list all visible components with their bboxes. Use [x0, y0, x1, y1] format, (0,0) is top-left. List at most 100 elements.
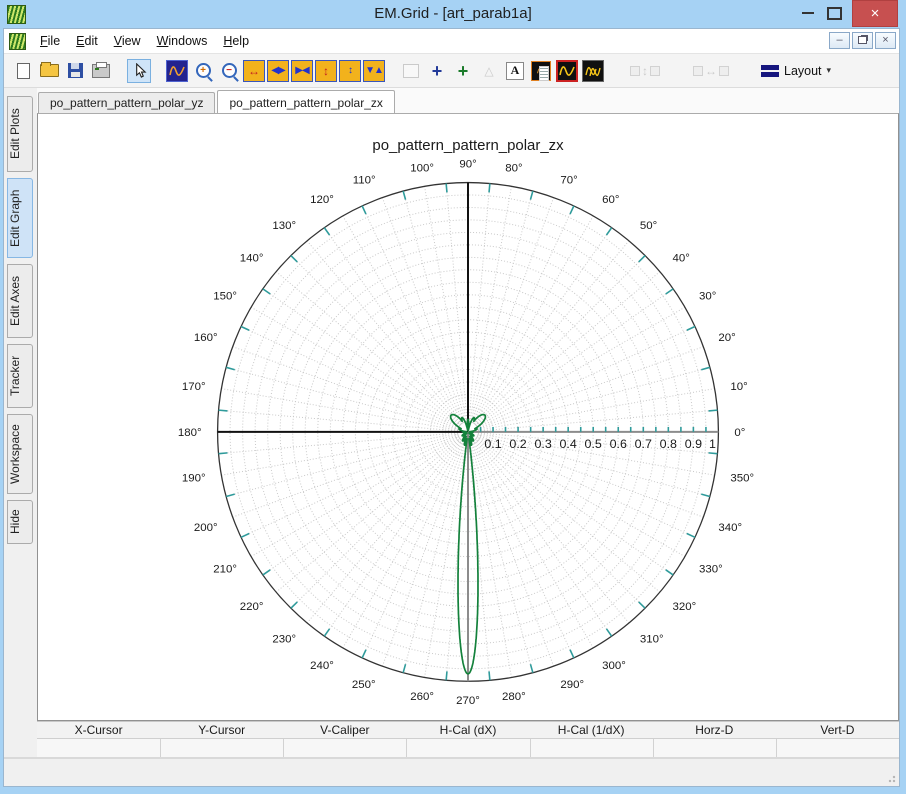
menu-file[interactable]: File — [32, 30, 68, 53]
expand-x-button[interactable]: ↔ — [243, 59, 265, 82]
svg-text:250°: 250° — [352, 679, 376, 691]
svg-text:0°: 0° — [734, 427, 745, 439]
menu-windows[interactable]: Windows — [149, 30, 216, 53]
print-button[interactable] — [89, 59, 113, 83]
svg-text:280°: 280° — [502, 691, 526, 703]
save-button[interactable] — [63, 59, 87, 83]
svg-text:230°: 230° — [272, 634, 296, 646]
svg-text:340°: 340° — [718, 522, 742, 534]
minimize-icon[interactable] — [802, 12, 814, 14]
maximize-icon[interactable] — [827, 7, 842, 20]
mdi-minimize-icon[interactable]: – — [829, 32, 850, 49]
tracker-value-4 — [529, 739, 653, 757]
zoomin-magnifier-icon: + — [195, 63, 211, 78]
close-icon[interactable]: × — [852, 0, 898, 27]
caliper-button-glyph-icon: △ — [484, 63, 494, 78]
sidebar-item-workspace[interactable]: Workspace — [7, 414, 33, 494]
sidebar-item-edit-plots[interactable]: Edit Plots — [7, 96, 33, 172]
chart-title: po_pattern_pattern_polar_zx — [372, 137, 564, 154]
svg-text:330°: 330° — [699, 563, 723, 575]
menu-edit[interactable]: Edit — [68, 30, 106, 53]
align-vertical-button[interactable]: ↕ — [619, 59, 671, 83]
svg-text:0.4: 0.4 — [560, 437, 577, 451]
svg-text:150°: 150° — [213, 290, 237, 302]
tracker-column-h-cal-dx-: H-Cal (dX) — [439, 723, 497, 737]
tracker-button-glyph-icon: + — [457, 60, 469, 81]
new-button[interactable] — [11, 59, 35, 83]
mdi-controls: – × — [829, 32, 896, 49]
zoomout-magnifier-icon: − — [221, 63, 237, 78]
curve-style-button[interactable] — [555, 59, 579, 83]
layout-bars-icon — [761, 64, 779, 77]
svg-text:0.6: 0.6 — [610, 437, 627, 451]
tracker-value-3 — [406, 739, 529, 757]
svg-text:270°: 270° — [456, 695, 480, 707]
svg-text:320°: 320° — [673, 601, 697, 613]
sidebar-item-edit-axes[interactable]: Edit Axes — [7, 264, 33, 338]
svg-text:0.9: 0.9 — [685, 437, 702, 451]
zoom-in-button[interactable]: + — [191, 59, 215, 83]
svg-text:160°: 160° — [194, 332, 218, 344]
tracker-column-v-caliper: V-Caliper — [320, 723, 370, 737]
open-button[interactable] — [37, 59, 61, 83]
mdi-close-icon[interactable]: × — [875, 32, 896, 49]
tracker-value-5 — [652, 739, 776, 757]
tab-po-pattern-pattern-polar-yz[interactable]: po_pattern_pattern_polar_yz — [38, 92, 216, 113]
title-bar: EM.Grid - [art_parab1a] × — [0, 0, 906, 28]
rect-tool-button[interactable] — [399, 59, 423, 83]
plot-canvas[interactable]: 0° 10° 20° 30° 40° 50° 60° 70° 80° 90° 100° 110° 120… — [37, 113, 899, 721]
svg-text:50°: 50° — [640, 220, 657, 232]
legend-button[interactable] — [529, 59, 553, 83]
stretch-y-button[interactable]: ↕ — [339, 59, 361, 82]
document-logo-icon — [9, 32, 26, 50]
svg-text:200°: 200° — [194, 522, 218, 534]
shrink-y-button[interactable]: ▼▲ — [363, 59, 385, 82]
tab-po-pattern-pattern-polar-zx[interactable]: po_pattern_pattern_polar_zx — [217, 90, 395, 113]
mdi-restore-icon[interactable] — [852, 32, 873, 49]
svg-text:100°: 100° — [410, 163, 434, 175]
text-tool-button[interactable]: A — [503, 59, 527, 83]
svg-text:220°: 220° — [240, 601, 264, 613]
multi-curve-button[interactable] — [581, 59, 605, 83]
window-title: EM.Grid - [art_parab1a] — [374, 5, 532, 22]
sidebar-item-tracker[interactable]: Tracker — [7, 344, 33, 408]
svg-text:20°: 20° — [718, 332, 735, 344]
sidebar-item-edit-graph[interactable]: Edit Graph — [7, 178, 33, 258]
svg-text:0.2: 0.2 — [509, 437, 526, 451]
resize-grip[interactable] — [886, 773, 896, 783]
layout-dropdown[interactable]: Layout ▾ — [754, 59, 838, 83]
printer-icon — [92, 61, 110, 78]
fit-view-button[interactable] — [165, 59, 189, 83]
caliper-button[interactable]: △ — [477, 59, 501, 83]
menu-items: File Edit View Windows Help — [32, 30, 257, 53]
svg-text:30°: 30° — [699, 290, 716, 302]
svg-text:60°: 60° — [602, 194, 619, 206]
tracker-table: X-Cursor Y-Cursor V-Caliper H-Cal (dX) H-Cal… — [37, 721, 899, 757]
zoom-out-button[interactable]: − — [217, 59, 241, 83]
svg-text:130°: 130° — [272, 220, 296, 232]
stretch-x-button[interactable]: ◀▶ — [267, 59, 289, 82]
shrink-x-button-glyph-icon: ▶◀ — [295, 64, 309, 76]
tracker-column-vert-d: Vert-D — [820, 723, 855, 737]
stretch-x-button-glyph-icon: ◀▶ — [271, 64, 285, 76]
expand-y-button-glyph-icon: ↕ — [323, 63, 329, 78]
document-tabs: po_pattern_pattern_polar_yz po_pattern_pa… — [37, 88, 899, 113]
menu-help[interactable]: Help — [215, 30, 257, 53]
expand-y-button[interactable]: ↕ — [315, 59, 337, 82]
restore-glyph-icon — [858, 36, 867, 44]
svg-text:70°: 70° — [560, 175, 577, 187]
svg-text:110°: 110° — [353, 175, 376, 187]
svg-text:350°: 350° — [730, 473, 754, 485]
select-cursor-button[interactable] — [127, 58, 151, 83]
tracker-column-horz-d: Horz-D — [695, 723, 734, 737]
svg-text:0.7: 0.7 — [635, 437, 652, 451]
crosshair-button[interactable]: + — [425, 59, 449, 83]
sidebar-item-hide[interactable]: Hide — [7, 500, 33, 544]
tracker-button[interactable]: + — [451, 59, 475, 83]
new-file-icon — [16, 62, 30, 79]
shrink-x-button[interactable]: ▶◀ — [291, 59, 313, 82]
menu-bar: File Edit View Windows Help – × — [4, 29, 899, 54]
menu-view[interactable]: View — [106, 30, 149, 53]
chevron-down-icon: ▾ — [826, 65, 832, 75]
align-horizontal-button[interactable]: ↔ — [685, 59, 737, 83]
